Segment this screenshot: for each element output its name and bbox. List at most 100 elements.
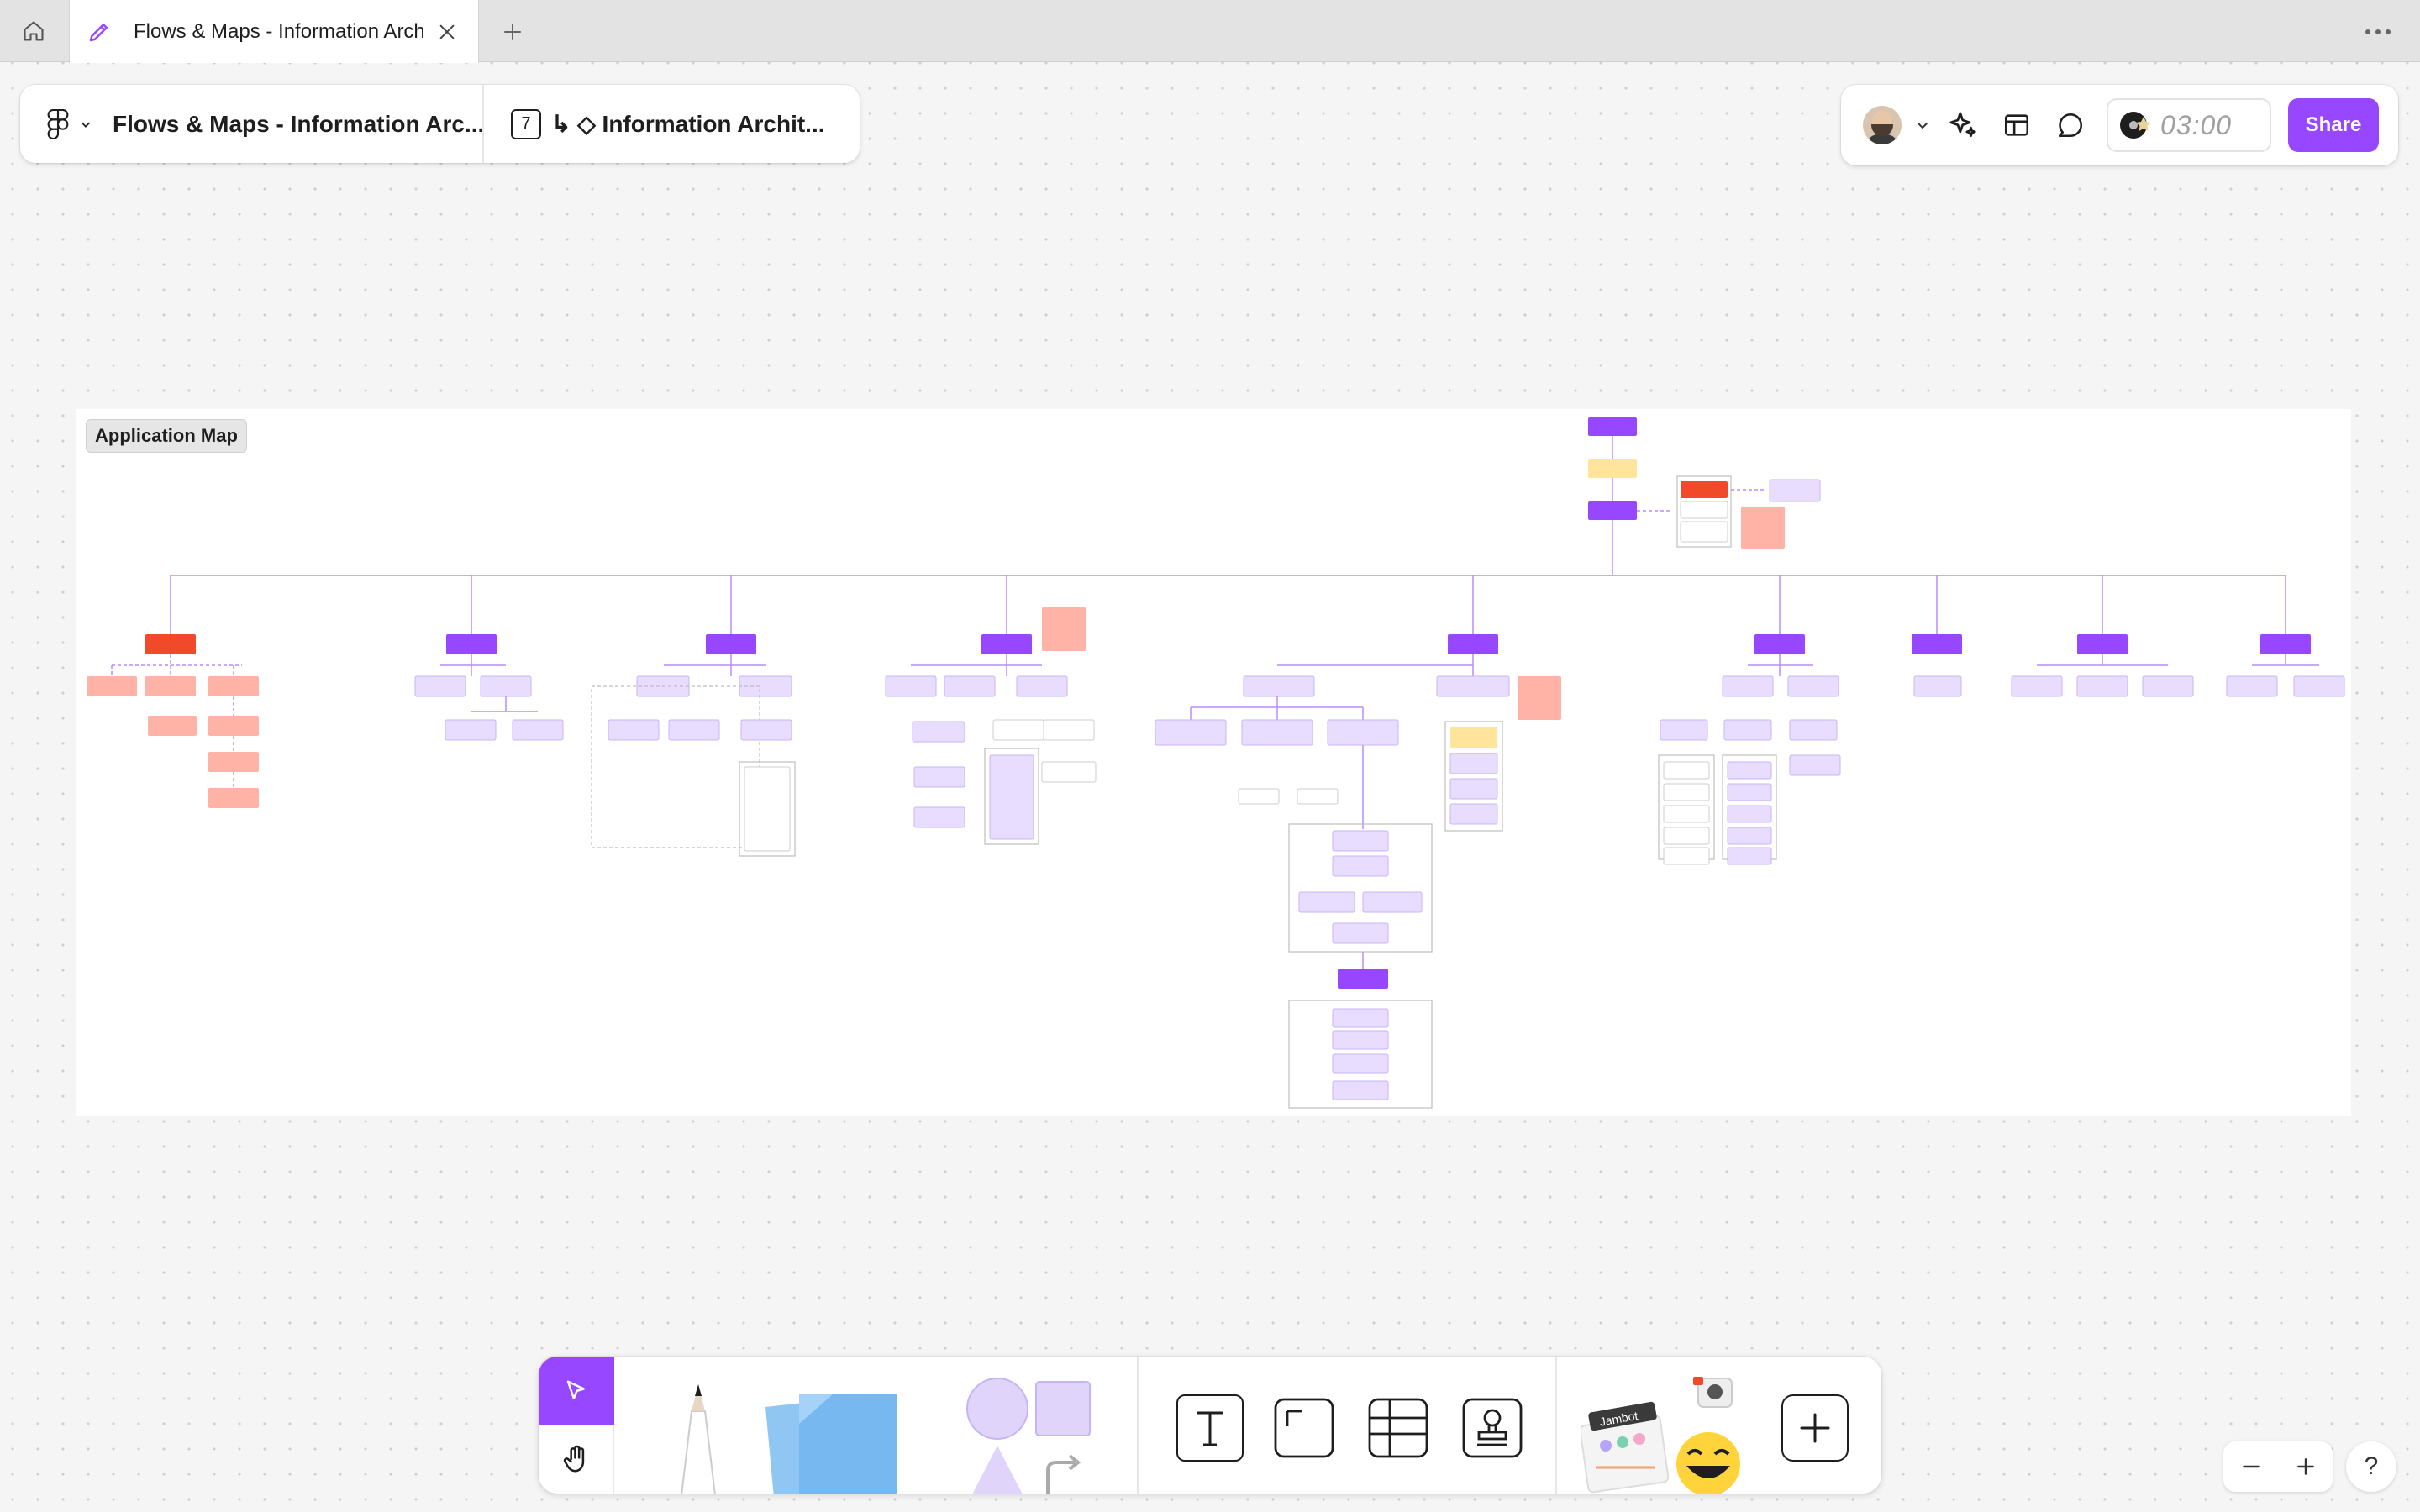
text-tool[interactable] xyxy=(1172,1390,1248,1466)
diagram-node[interactable] xyxy=(208,716,259,736)
diagram-node[interactable] xyxy=(1588,501,1637,520)
diagram-node[interactable] xyxy=(913,806,965,828)
diagram-node[interactable] xyxy=(1332,1053,1389,1074)
more-tools-button[interactable] xyxy=(1777,1390,1853,1466)
diagram-node[interactable] xyxy=(1042,607,1086,651)
diagram-node[interactable] xyxy=(512,719,564,741)
diagram-node[interactable] xyxy=(2076,675,2128,697)
diagram-node[interactable] xyxy=(1663,827,1710,845)
diagram-node[interactable] xyxy=(744,766,791,852)
diagram-node[interactable] xyxy=(414,675,466,697)
file-tab[interactable]: Flows & Maps - Information Architecture xyxy=(69,0,479,63)
shapes-tool[interactable] xyxy=(959,1377,1093,1494)
section-tool[interactable] xyxy=(1266,1390,1342,1466)
diagram-node[interactable] xyxy=(1588,417,1637,436)
diagram-node[interactable] xyxy=(148,716,197,736)
page-selector[interactable]: 7 ↳ ◇ Information Archit... xyxy=(484,108,829,139)
avatar[interactable] xyxy=(1863,106,1902,144)
diagram-node[interactable] xyxy=(1912,634,1962,654)
diagram-node[interactable] xyxy=(989,754,1034,840)
diagram-node[interactable] xyxy=(912,721,965,743)
timer-widget[interactable]: 03:00 xyxy=(2107,98,2271,152)
diagram-node[interactable] xyxy=(145,634,196,654)
diagram-node[interactable] xyxy=(87,676,137,696)
diagram-node[interactable] xyxy=(1787,675,1839,697)
diagram-node[interactable] xyxy=(608,719,660,741)
diagram-node[interactable] xyxy=(208,752,259,772)
chevron-down-icon[interactable] xyxy=(1915,118,1930,133)
diagram-node[interactable] xyxy=(1663,783,1710,801)
diagram-node[interactable] xyxy=(480,675,532,697)
diagram-node[interactable] xyxy=(445,719,497,741)
layout-button[interactable] xyxy=(1996,104,2038,146)
diagram-node[interactable] xyxy=(1727,847,1772,865)
diagram-node[interactable] xyxy=(1680,521,1728,543)
diagram-node[interactable] xyxy=(1241,719,1313,746)
application-map-diagram[interactable] xyxy=(76,409,2351,1116)
diagram-node[interactable] xyxy=(208,676,259,696)
stamp-tool[interactable] xyxy=(1455,1390,1530,1466)
diagram-node[interactable] xyxy=(1298,891,1355,913)
diagram-node[interactable] xyxy=(1327,719,1399,746)
main-menu-button[interactable] xyxy=(20,108,113,139)
diagram-node[interactable] xyxy=(1518,676,1561,720)
diagram-node[interactable] xyxy=(1789,719,1838,741)
diagram-node[interactable] xyxy=(1660,719,1708,741)
application-map-section[interactable]: Application Map xyxy=(76,409,2351,1116)
diagram-node[interactable] xyxy=(740,719,792,741)
diagram-node[interactable] xyxy=(1727,783,1772,801)
sticky-note-tool[interactable] xyxy=(749,1382,942,1494)
diagram-node[interactable] xyxy=(2077,634,2128,654)
diagram-node[interactable] xyxy=(2142,675,2194,697)
section-title[interactable]: Application Map xyxy=(86,419,247,453)
diagram-node[interactable] xyxy=(1913,675,1962,697)
diagram-node[interactable] xyxy=(1680,501,1728,519)
diagram-node[interactable] xyxy=(1727,805,1772,823)
diagram-node[interactable] xyxy=(1727,761,1772,780)
table-tool[interactable] xyxy=(1360,1390,1436,1466)
diagram-node[interactable] xyxy=(1681,481,1728,498)
diagram-node[interactable] xyxy=(1663,847,1710,865)
diagram-node[interactable] xyxy=(913,766,965,788)
diagram-node[interactable] xyxy=(1588,459,1637,478)
diagram-node[interactable] xyxy=(1789,754,1841,776)
diagram-node[interactable] xyxy=(1663,761,1710,780)
diagram-node[interactable] xyxy=(1449,753,1498,774)
ai-button[interactable] xyxy=(1942,104,1984,146)
diagram-node[interactable] xyxy=(208,788,259,808)
diagram-node[interactable] xyxy=(1332,922,1389,944)
zoom-in-button[interactable] xyxy=(2295,1456,2317,1478)
diagram-node[interactable] xyxy=(1754,634,1805,654)
diagram-node[interactable] xyxy=(1448,634,1498,654)
help-button[interactable]: ? xyxy=(2346,1441,2396,1492)
diagram-node[interactable] xyxy=(1449,778,1498,800)
diagram-node[interactable] xyxy=(2260,634,2311,654)
diagram-node[interactable] xyxy=(668,719,720,741)
zoom-out-button[interactable] xyxy=(2240,1456,2262,1478)
diagram-node[interactable] xyxy=(1332,855,1389,877)
diagram-node[interactable] xyxy=(1449,803,1498,825)
diagram-node[interactable] xyxy=(944,675,996,697)
file-name[interactable]: Flows & Maps - Information Arc... xyxy=(113,111,482,138)
diagram-node[interactable] xyxy=(1016,675,1068,697)
diagram-node[interactable] xyxy=(1362,891,1423,913)
diagram-node[interactable] xyxy=(1741,507,1785,549)
diagram-node[interactable] xyxy=(992,719,1044,741)
new-tab-button[interactable] xyxy=(496,15,529,49)
diagram-node[interactable] xyxy=(1332,1008,1389,1028)
diagram-node[interactable] xyxy=(885,675,937,697)
diagram-node[interactable] xyxy=(706,634,756,654)
widgets-tool[interactable]: Jambot xyxy=(1581,1373,1757,1494)
diagram-node[interactable] xyxy=(1769,479,1821,502)
home-button[interactable] xyxy=(0,0,67,62)
diagram-node[interactable] xyxy=(1436,675,1510,697)
diagram-node[interactable] xyxy=(1663,805,1710,823)
diagram-node[interactable] xyxy=(2011,675,2063,697)
diagram-node[interactable] xyxy=(1332,1080,1389,1100)
diagram-node[interactable] xyxy=(1332,830,1389,852)
close-tab-button[interactable] xyxy=(433,18,461,46)
diagram-node[interactable] xyxy=(446,634,497,654)
diagram-node[interactable] xyxy=(1727,827,1772,845)
diagram-node[interactable] xyxy=(1450,727,1497,748)
diagram-node[interactable] xyxy=(1723,719,1772,741)
